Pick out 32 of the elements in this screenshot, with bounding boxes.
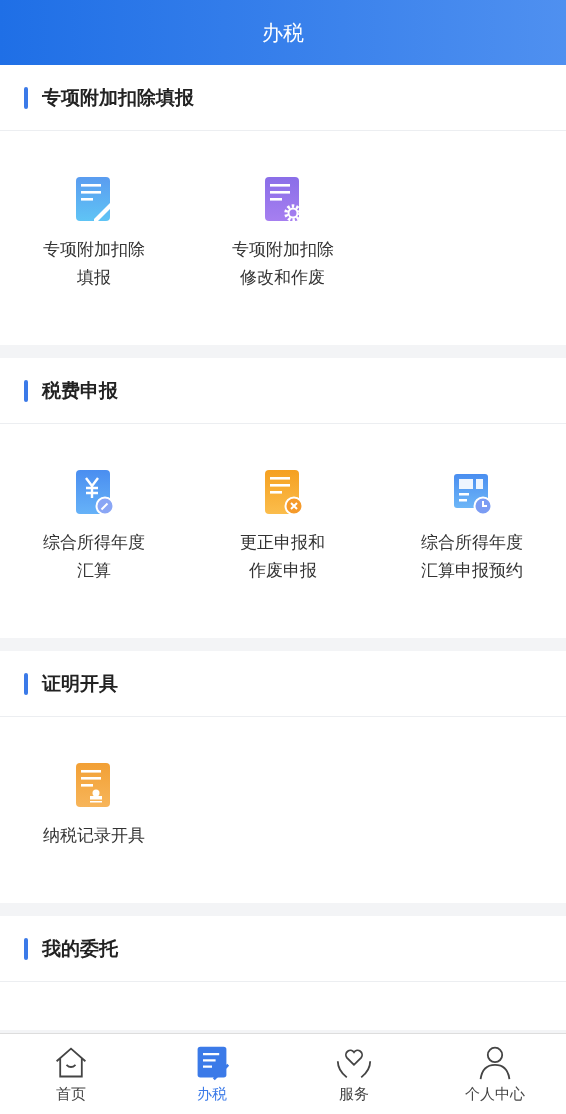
section-title: 专项附加扣除填报 — [42, 84, 194, 110]
service-item[interactable]: 纳税记录开具 — [0, 761, 189, 849]
item-label: 汇算 — [77, 559, 112, 582]
accent-bar — [24, 937, 28, 960]
item-label: 作废申报 — [249, 559, 317, 582]
document-cancel-icon — [263, 468, 303, 516]
section-title: 税费申报 — [42, 377, 118, 403]
service-item[interactable]: 更正申报和 作废申报 — [188, 468, 378, 584]
item-label: 填报 — [77, 266, 112, 289]
item-label: 专项附加扣除 — [43, 238, 146, 261]
item-label: 汇算申报预约 — [420, 559, 523, 582]
section-title: 我的委托 — [42, 935, 118, 961]
service-item[interactable]: 专项附加扣除 填报 — [0, 175, 189, 291]
item-label: 综合所得年度 — [43, 531, 146, 554]
service-item[interactable]: 专项附加扣除 修改和作废 — [188, 175, 378, 291]
page-title: 办税 — [262, 19, 304, 47]
item-label: 专项附加扣除 — [232, 238, 334, 261]
service-item[interactable]: 综合所得年度 汇算 — [0, 468, 189, 584]
section-title: 证明开具 — [42, 670, 118, 696]
accent-bar — [24, 86, 28, 109]
tab-item[interactable]: 服务 — [283, 1034, 425, 1114]
item-label: 修改和作废 — [240, 266, 326, 289]
item-label: 综合所得年度 — [420, 531, 523, 554]
accent-bar — [24, 379, 28, 402]
service-item[interactable]: 综合所得年度 汇算申报预约 — [377, 468, 566, 584]
tab-item[interactable]: 个人中心 — [424, 1034, 566, 1114]
item-label: 更正申报和 — [240, 531, 326, 554]
tab-item[interactable]: 办税 — [141, 1034, 283, 1114]
item-label: 纳税记录开具 — [43, 824, 146, 847]
tab-item[interactable]: 首页 — [0, 1034, 142, 1114]
accent-bar — [24, 672, 28, 695]
yen-document-icon — [74, 468, 115, 516]
